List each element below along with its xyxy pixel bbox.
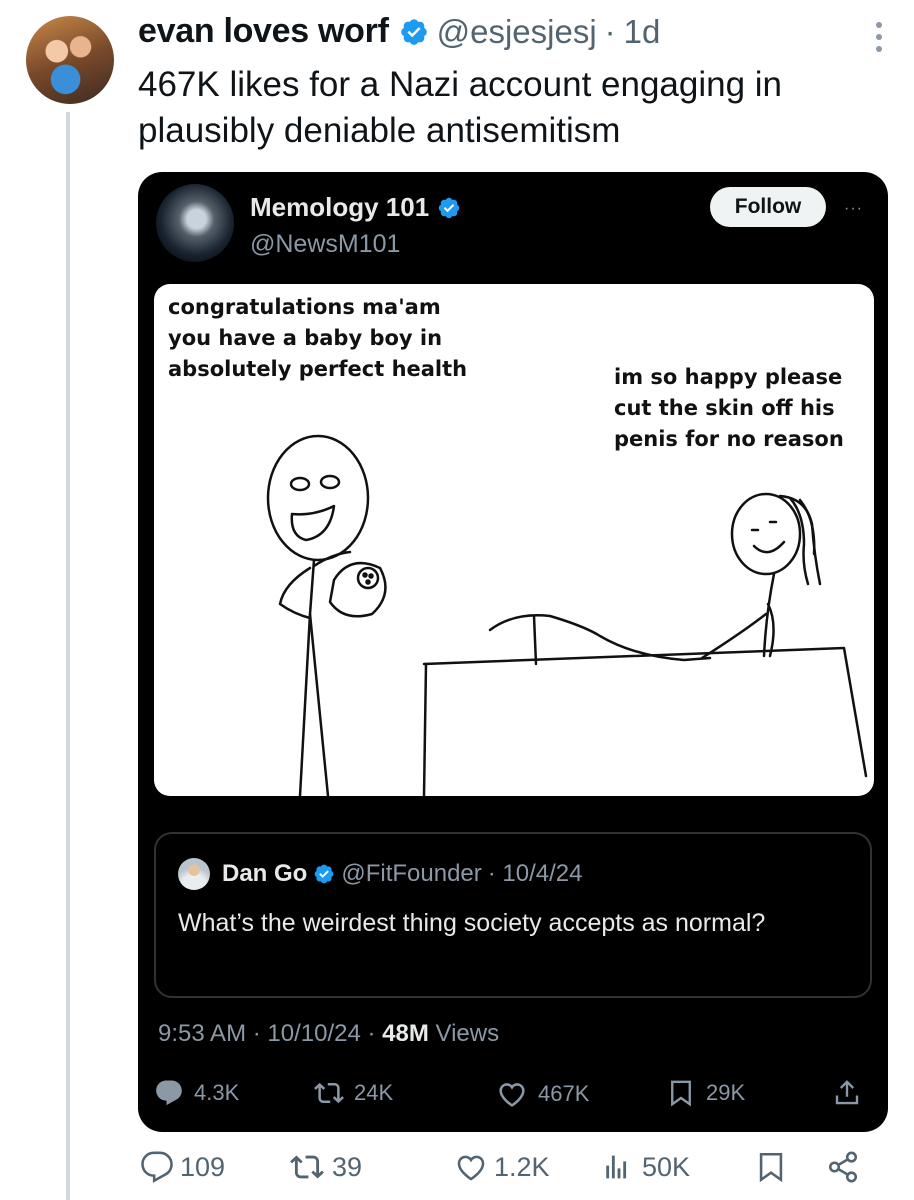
quoted-reply-count: 4.3K [194, 1080, 240, 1105]
post-time[interactable]: 1d [624, 13, 661, 51]
quoted-post-views-count: 48M [382, 1020, 429, 1047]
share-icon [835, 1080, 859, 1105]
quoted-post-actions: 4.3K 24K 467K 29K [154, 1078, 870, 1118]
nested-quote-date: · 10/4/24 [487, 860, 583, 887]
verified-badge-icon [314, 864, 334, 884]
nested-quote-header: Dan Go @FitFounder · 10/4/24 [222, 860, 583, 888]
tweet-text: 467K likes for a Nazi account engaging i… [138, 65, 783, 150]
share-icon [828, 1151, 858, 1183]
meta-separator: · [246, 1020, 268, 1047]
nested-quote-text: What’s the weirdest thing society accept… [178, 909, 766, 937]
views-chart-icon [606, 1155, 627, 1179]
bookmark-icon [671, 1080, 691, 1107]
quoted-author-avatar [156, 184, 234, 262]
quoted-repost-count: 24K [354, 1080, 394, 1105]
more-options-icon[interactable] [874, 22, 884, 52]
quoted-repost-action: 24K [314, 1078, 393, 1108]
bookmark-icon [759, 1152, 783, 1183]
like-button[interactable]: 1.2K [454, 1150, 550, 1184]
quoted-reply-action: 4.3K [154, 1078, 239, 1108]
nested-quote-handle: @FitFounder [341, 860, 482, 887]
quoted-share-action [832, 1078, 872, 1108]
separator: · [604, 12, 616, 50]
quoted-post-time: 9:53 AM [158, 1020, 247, 1047]
quoted-author-display-name: Memology 101 [250, 192, 430, 222]
verified-badge-icon [400, 18, 427, 45]
reply-icon [156, 1080, 182, 1106]
meta-separator: · [360, 1020, 383, 1047]
repost-count: 39 [332, 1151, 363, 1182]
nested-quote: Dan Go @FitFounder · 10/4/24 What’s the … [154, 832, 872, 998]
quoted-post-date: 10/10/24 [267, 1020, 361, 1047]
verified-badge-icon [438, 197, 460, 218]
quoted-author-name-row: Memology 101 [250, 192, 461, 223]
reply-button[interactable]: 109 [140, 1150, 225, 1184]
share-button[interactable] [826, 1150, 866, 1184]
author-handle[interactable]: @esjesjesj [437, 13, 597, 51]
tweet-actions: 109 39 1.2K 50K [140, 1150, 880, 1194]
quoted-like-count: 467K [538, 1081, 590, 1106]
repost-icon [290, 1155, 324, 1179]
quoted-post-meta: 9:53 AM · 10/10/24 · 48M Views [158, 1020, 499, 1048]
bookmark-button[interactable] [754, 1150, 794, 1184]
like-count: 1.2K [494, 1151, 550, 1182]
quoted-more-icon: ··· [844, 200, 863, 217]
heart-icon [499, 1083, 525, 1107]
reply-icon [141, 1151, 173, 1183]
follow-button: Follow [710, 187, 826, 227]
meme-right-caption: im so happy please cut the skin off his … [614, 365, 844, 451]
nested-quote-avatar [178, 858, 210, 890]
repost-icon [314, 1082, 344, 1104]
heart-icon [457, 1155, 485, 1181]
nested-quote-author-name: Dan Go [222, 860, 308, 887]
quoted-bookmark-count: 29K [706, 1080, 746, 1105]
author-avatar[interactable] [26, 16, 114, 104]
thread-line [66, 112, 70, 1200]
reply-count: 109 [180, 1151, 226, 1182]
quoted-author-handle: @NewsM101 [250, 230, 401, 258]
repost-button[interactable]: 39 [288, 1150, 362, 1184]
quoted-post-screenshot[interactable]: Memology 101 @NewsM101 Follow ··· congra… [138, 172, 888, 1132]
quoted-bookmark-action: 29K [666, 1078, 745, 1108]
views-count: 50K [642, 1151, 691, 1182]
quoted-like-action: 467K [496, 1078, 589, 1110]
tweet-header: evan loves worf @esjesjesj · 1d [138, 12, 660, 51]
meme-left-caption: congratulations ma'am you have a baby bo… [168, 295, 468, 381]
author-display-name[interactable]: evan loves worf [138, 12, 389, 51]
views-button[interactable]: 50K [602, 1150, 690, 1184]
meme-image: congratulations ma'am you have a baby bo… [154, 284, 874, 796]
quoted-post-views-label: Views [428, 1020, 500, 1047]
